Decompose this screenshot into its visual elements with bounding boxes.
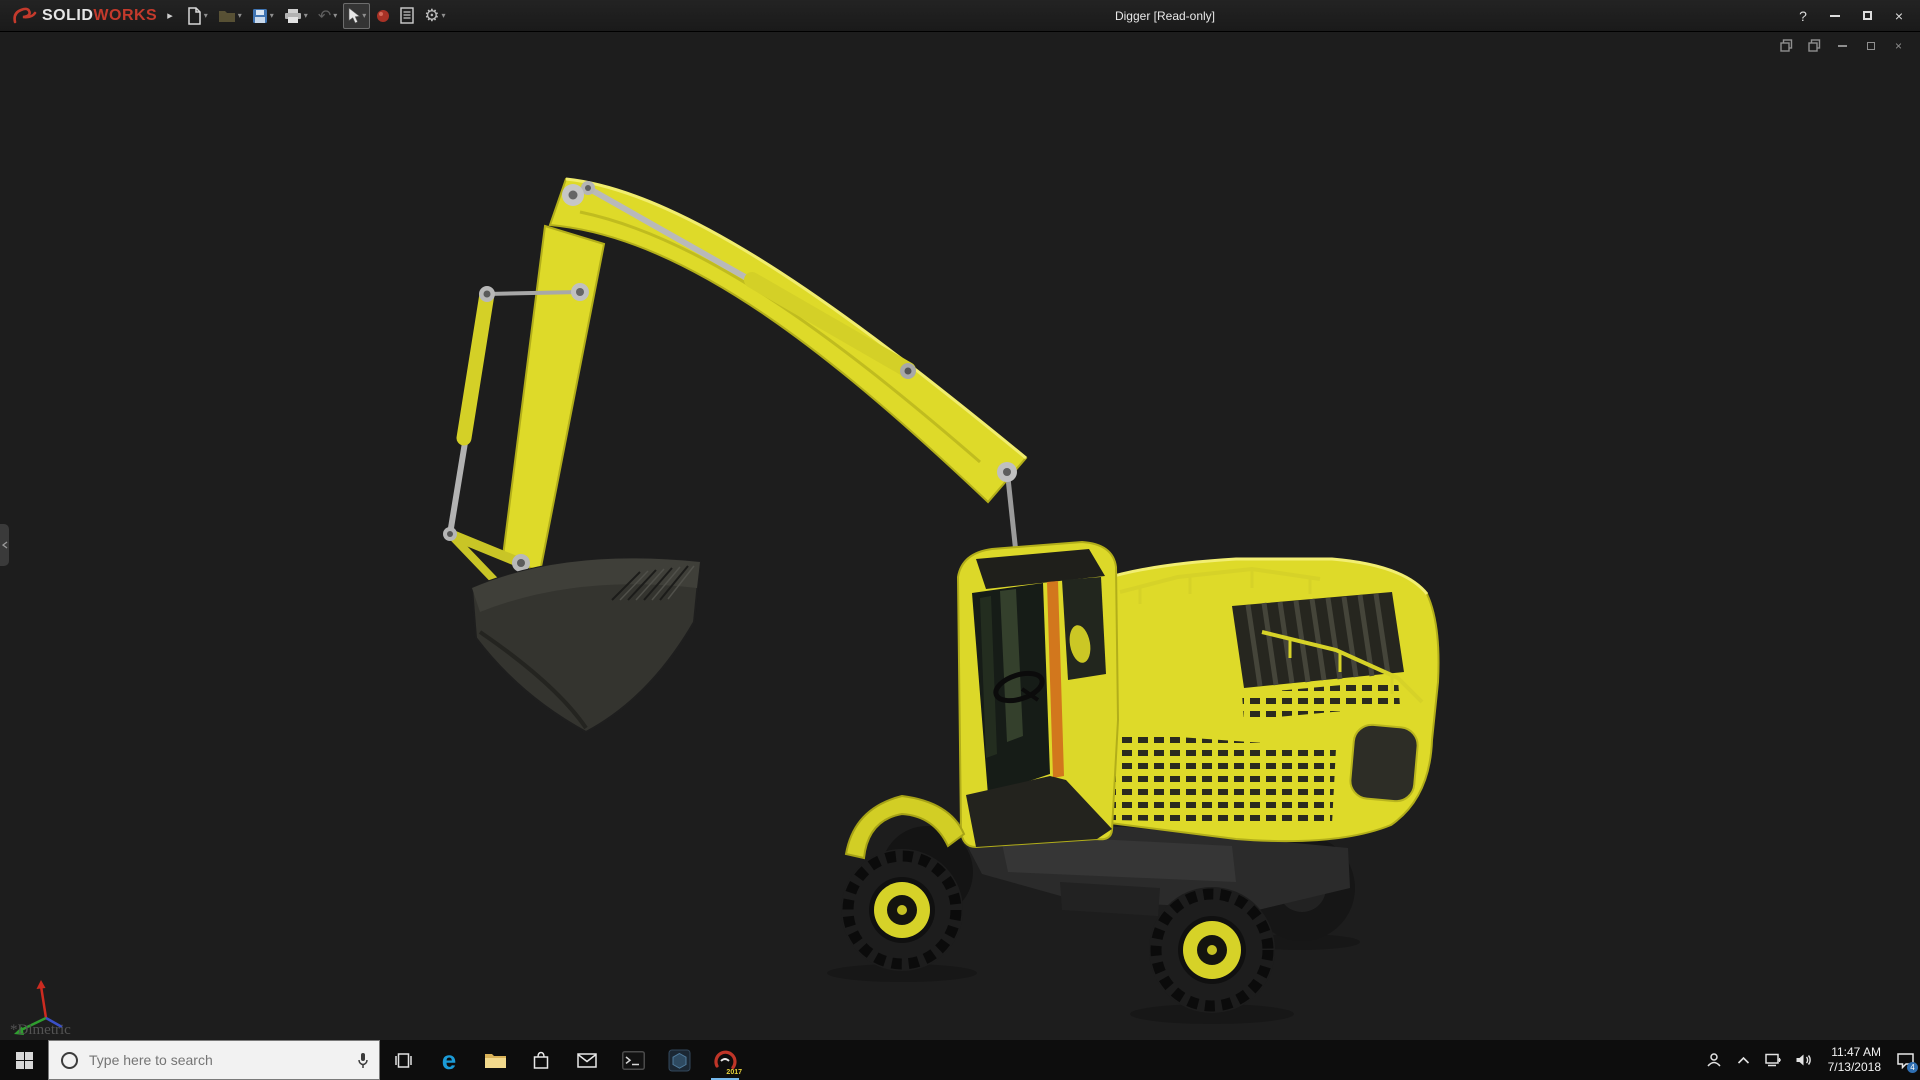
help-button[interactable]: ? [1788,3,1818,29]
cortana-icon [59,1050,80,1071]
undo-icon: ↶ [318,6,331,26]
cab [958,542,1118,847]
minimize-button[interactable] [1820,3,1850,29]
tray-overflow-button[interactable] [1729,1040,1759,1080]
mail-icon [577,1053,597,1068]
volume-button[interactable] [1789,1040,1819,1080]
undo-button[interactable]: ↶ ▾ [314,3,341,29]
appearance-button[interactable] [372,3,394,29]
cascade-icon[interactable] [1779,38,1794,53]
properties-button[interactable] [396,3,418,29]
machine-body [1093,559,1439,841]
restore-button[interactable] [1852,3,1882,29]
minimize-icon [1830,15,1840,17]
body-vents-side [1108,732,1336,824]
edge-button[interactable]: e [426,1040,472,1080]
dropdown-caret[interactable]: ▾ [270,11,274,20]
edge-icon: e [442,1047,456,1073]
dropdown-caret[interactable]: ▾ [238,11,242,20]
dropdown-caret[interactable]: ▾ [362,11,366,20]
solidworks-logo: SOLIDWORKS [0,6,165,26]
viewport-3d[interactable]: × [0,32,1920,1040]
file-explorer-button[interactable] [472,1040,518,1080]
mail-button[interactable] [564,1040,610,1080]
console-icon [622,1051,645,1070]
chevron-up-icon [1737,1056,1750,1065]
feature-panel-flyout-tab[interactable] [0,524,9,566]
solidworks-document-button[interactable] [656,1040,702,1080]
close-button[interactable]: × [1884,3,1914,29]
microphone-icon[interactable] [357,1052,369,1069]
options-button[interactable]: ⚙ ▾ [420,3,449,29]
action-center-button[interactable]: 4 [1890,1040,1920,1080]
document-title: Digger [Read-only] [1115,9,1215,23]
minimize-icon [1838,45,1847,47]
doc-minimize-button[interactable] [1835,38,1850,53]
new-document-icon [187,7,202,25]
standard-toolbar: ▾ ▾ ▾ ▾ ↶ ▾ [183,3,450,29]
window-controls: ? × [1788,3,1920,29]
print-button[interactable]: ▾ [280,3,312,29]
chevron-left-icon [2,541,8,549]
people-icon [1706,1052,1722,1068]
taskbar-search[interactable] [48,1040,380,1080]
clock-date: 7/13/2018 [1828,1060,1881,1075]
dropdown-caret[interactable]: ▾ [304,11,308,20]
excavator-model[interactable] [0,32,1920,1040]
store-button[interactable] [518,1040,564,1080]
taskbar: e [0,1040,1920,1080]
open-button[interactable]: ▾ [214,3,246,29]
boom-arm [443,179,1026,584]
restore-icon [1863,11,1872,20]
side-window [1062,577,1106,680]
windows-logo-icon [16,1052,33,1069]
document-window-controls: × [1779,38,1906,53]
titlebar: SOLIDWORKS ▸ ▾ ▾ ▾ [0,0,1920,32]
doc-restore-button[interactable] [1863,38,1878,53]
file-explorer-icon [484,1051,507,1069]
front-right-wheel [1149,887,1275,1013]
open-folder-icon [218,9,236,23]
select-tool-button[interactable]: ▾ [343,3,370,29]
start-button[interactable] [0,1040,48,1080]
front-left-wheel [841,849,963,971]
menu-expand-arrow[interactable]: ▸ [167,9,173,22]
notification-badge: 4 [1907,1062,1918,1073]
search-input[interactable] [89,1052,348,1068]
properties-sheet-icon [400,7,414,24]
save-icon [252,8,268,24]
system-tray: 11:47 AM 7/13/2018 4 [1699,1040,1920,1080]
logo-text-works: WORKS [93,7,157,24]
clock-time: 11:47 AM [1828,1045,1881,1060]
dropdown-caret[interactable]: ▾ [204,11,208,20]
cascade-icon[interactable] [1807,38,1822,53]
people-button[interactable] [1699,1040,1729,1080]
task-view-button[interactable] [380,1040,426,1080]
appearance-ball-icon [376,9,390,23]
network-icon [1765,1053,1782,1067]
restore-icon [1867,42,1875,50]
new-document-button[interactable]: ▾ [183,3,212,29]
speaker-icon [1795,1053,1812,1067]
ds-logo-icon [12,6,38,26]
doc-close-button[interactable]: × [1891,38,1906,53]
gear-icon: ⚙ [424,6,439,26]
dropdown-caret[interactable]: ▾ [333,11,337,20]
select-cursor-icon [347,7,360,24]
rear-side-window [1349,723,1419,802]
dropdown-caret[interactable]: ▾ [442,11,446,20]
console-button[interactable] [610,1040,656,1080]
solidworks-document-icon [668,1049,691,1072]
solidworks-2017-button[interactable]: 2017 [702,1040,748,1080]
logo-text-solid: SOLID [42,7,93,24]
task-view-icon [394,1053,413,1068]
bucket [472,558,700,732]
store-icon [532,1051,550,1070]
save-button[interactable]: ▾ [248,3,278,29]
view-orientation-label: *Dimetric [10,1022,71,1039]
print-icon [284,8,302,24]
network-button[interactable] [1759,1040,1789,1080]
taskbar-clock[interactable]: 11:47 AM 7/13/2018 [1828,1045,1881,1075]
solidworks-version-label: 2017 [726,1069,742,1076]
